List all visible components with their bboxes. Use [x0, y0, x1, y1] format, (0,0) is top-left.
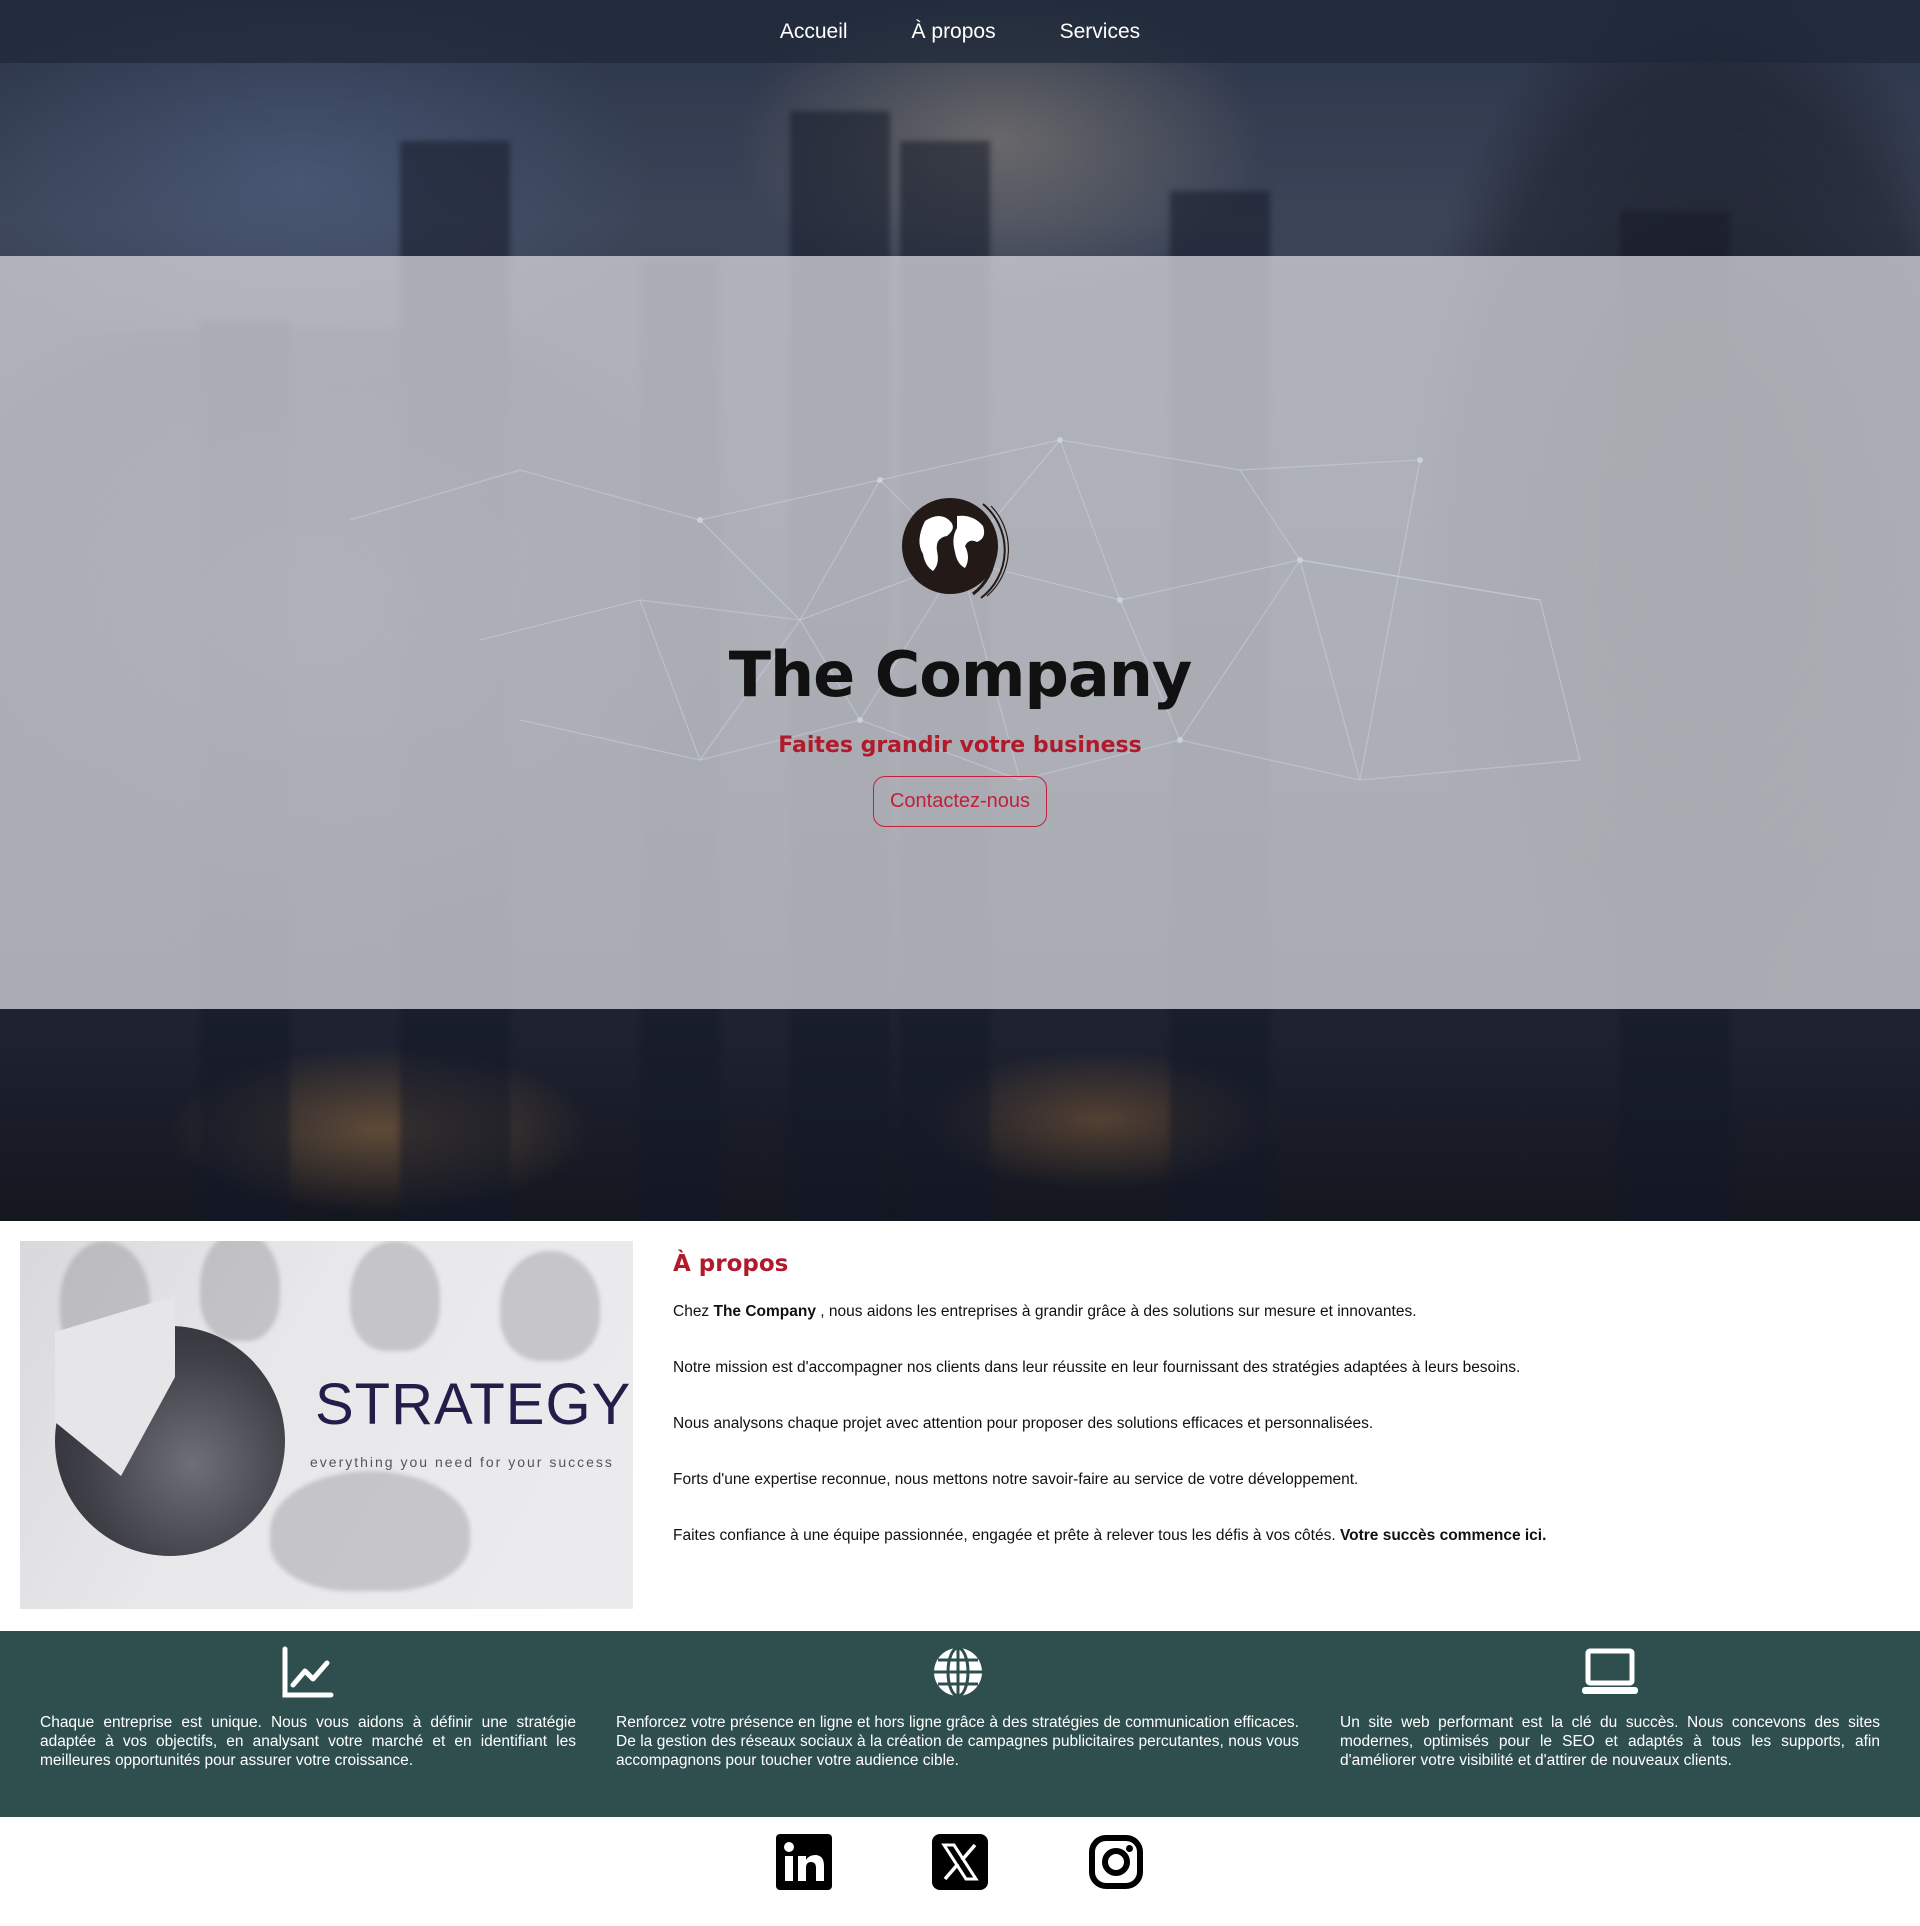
about-paragraph-4: Forts d'une expertise reconnue, nous met…: [673, 1471, 1359, 1488]
linkedin-icon: [776, 1834, 832, 1890]
laptop-icon: [1582, 1648, 1638, 1694]
hero-overlay: The Company Faites grandir votre busines…: [0, 256, 1920, 1009]
about-p1-prefix: Chez: [673, 1303, 714, 1320]
nav-item-accueil[interactable]: Accueil: [780, 20, 848, 44]
globe-icon: [933, 1646, 982, 1698]
image-people-silhouette: [270, 1471, 470, 1591]
service-communication: Renforcez votre présence en ligne et hor…: [616, 1645, 1299, 1770]
about-text-block: À propos Chez The Company , nous aidons …: [673, 1251, 1873, 1583]
hero-section: Accueil À propos Services The Company Fa…: [0, 0, 1920, 1221]
about-paragraph-3: Nous analysons chaque projet avec attent…: [673, 1415, 1374, 1432]
about-section: STRATEGY everything you need for your su…: [0, 1221, 1920, 1631]
nav-item-a-propos[interactable]: À propos: [912, 20, 996, 44]
about-paragraph-5: Faites confiance à une équipe passionnée…: [673, 1527, 1873, 1583]
x-twitter-icon: [932, 1834, 988, 1890]
instagram-icon: [1089, 1835, 1143, 1889]
social-links: [0, 1817, 1920, 1926]
contact-button[interactable]: Contactez-nous: [872, 776, 1048, 827]
about-title: À propos: [673, 1251, 789, 1277]
chart-line-icon: [282, 1646, 334, 1698]
about-p5-text: Faites confiance à une équipe passionnée…: [673, 1527, 1340, 1544]
about-p5-highlight: Votre succès commence ici.: [1339, 1527, 1547, 1544]
company-name-heading: The Company: [728, 638, 1193, 711]
strategy-heading: STRATEGY: [315, 1372, 632, 1437]
service-strategy-text: Chaque entreprise est unique. Nous vous …: [40, 1714, 576, 1769]
service-communication-text: Renforcez votre présence en ligne et hor…: [616, 1714, 1299, 1769]
nav-item-services[interactable]: Services: [1060, 20, 1141, 44]
linkedin-link[interactable]: [776, 1834, 832, 1895]
service-strategy: Chaque entreprise est unique. Nous vous …: [40, 1645, 576, 1770]
main-navigation: Accueil À propos Services: [0, 0, 1920, 63]
image-people-silhouette: [500, 1251, 600, 1361]
image-people-silhouette: [350, 1241, 440, 1351]
about-p1-company: The Company: [713, 1303, 816, 1320]
strategy-subheading: everything you need for your success: [310, 1454, 614, 1470]
hero-tagline: Faites grandir votre business: [778, 733, 1142, 758]
strategy-image: STRATEGY everything you need for your su…: [20, 1241, 633, 1609]
instagram-link[interactable]: [1088, 1834, 1144, 1895]
service-web-text: Un site web performant est la clé du suc…: [1340, 1714, 1880, 1769]
image-people-silhouette: [200, 1241, 280, 1341]
service-web: Un site web performant est la clé du suc…: [1340, 1645, 1880, 1770]
about-paragraph-1: Chez The Company , nous aidons les entre…: [673, 1303, 1873, 1359]
about-paragraph-2: Notre mission est d'accompagner nos clie…: [673, 1359, 1521, 1376]
services-section: Chaque entreprise est unique. Nous vous …: [0, 1631, 1920, 1817]
about-p1-suffix: , nous aidons les entreprises à grandir …: [815, 1303, 1417, 1320]
globe-logo-icon: [895, 476, 1025, 616]
x-twitter-link[interactable]: [932, 1834, 988, 1895]
